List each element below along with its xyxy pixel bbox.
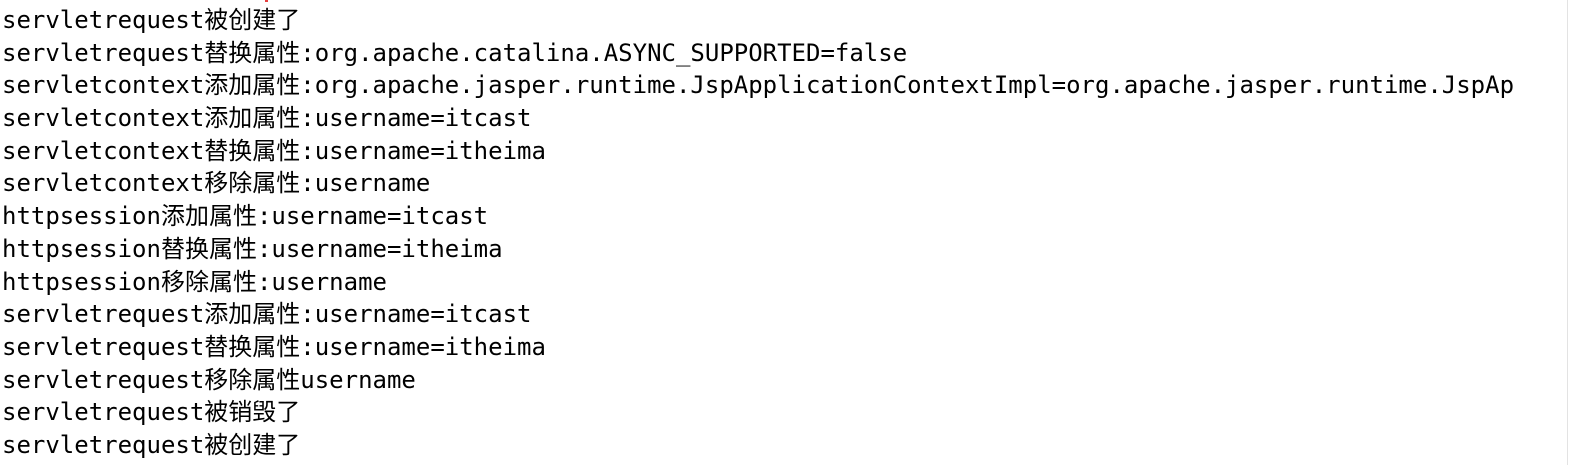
log-line: servletrequest替换属性:org.apache.catalina.A… [2, 38, 908, 67]
log-line: servletrequest被创建了 [2, 6, 301, 34]
log-line: servletrequest被创建了 [2, 430, 301, 459]
log-line: servletcontext添加属性:org.apache.jasper.run… [2, 71, 1515, 100]
log-line: servletrequest添加属性:username=itcast [2, 300, 532, 329]
log-line: servletcontext添加属性:username=itcast [2, 104, 532, 133]
log-line: httpsession移除属性:username [2, 267, 387, 296]
log-line: servletrequest移除属性username [2, 365, 416, 394]
log-line: httpsession替换属性:username=itheima [2, 234, 503, 263]
log-line: servletrequest被销毁了 [2, 398, 301, 427]
log-line: httpsession添加属性:username=itcast [2, 202, 489, 231]
log-line: servletrequest替换属性:username=itheima [2, 332, 546, 361]
log-lines: servletrequest被创建了 servletrequest替换属性:or… [2, 4, 1550, 462]
log-line: servletcontext移除属性:username [2, 169, 431, 198]
console-output[interactable]: servletrequest被创建了 servletrequest替换属性:or… [0, 0, 1582, 465]
cursor-marker [265, 0, 268, 2]
log-line: servletcontext替换属性:username=itheima [2, 136, 546, 165]
scrollbar-track[interactable] [1567, 0, 1582, 465]
